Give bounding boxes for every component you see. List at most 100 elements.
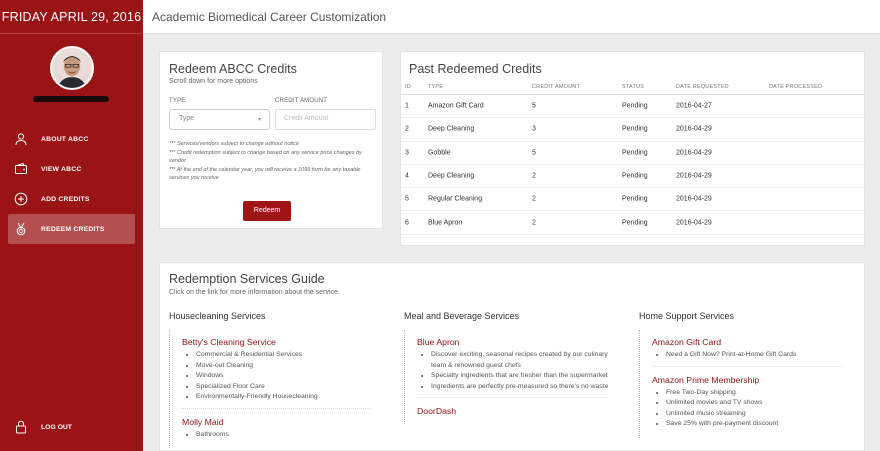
- past-redeemed-card: Past Redeemed Credits ID TYPE CREDIT AMO…: [400, 51, 865, 246]
- sidebar: FRIDAY APRIL 29, 2016 ABOUT ABCC VIEW AB…: [0, 0, 143, 451]
- caret-down-icon: ▾: [257, 117, 261, 123]
- type-select[interactable]: Type ▾: [169, 109, 270, 130]
- avatar[interactable]: [50, 46, 94, 90]
- feature-item: Discover exciting, seasonal recipes crea…: [431, 350, 614, 371]
- cell-id: 3: [405, 149, 409, 157]
- table-row: 3 Gobble 5 Pending 2016-04-29: [401, 142, 865, 165]
- divider: [417, 397, 607, 398]
- cell-id: 4: [405, 172, 409, 180]
- sidebar-item-about-abcc[interactable]: ABOUT ABCC: [8, 124, 135, 154]
- cell-type: Deep Cleaning: [428, 125, 475, 133]
- sidebar-item-add-credits[interactable]: ADD CREDITS: [8, 184, 135, 214]
- note-line: *** Services/vendors subject to change w…: [169, 141, 299, 147]
- type-label: TYPE: [169, 98, 186, 104]
- table-header: ID TYPE CREDIT AMOUNT STATUS DATE REQUES…: [401, 84, 865, 95]
- col-header-credit-amount: CREDIT AMOUNT: [532, 84, 581, 90]
- cell-type: Deep Cleaning: [428, 172, 475, 180]
- cell-status: Pending: [622, 219, 648, 227]
- service-link-amazon-gift-card[interactable]: Amazon Gift Card: [652, 337, 849, 347]
- col-header-id: ID: [405, 84, 411, 90]
- col-header-date-processed: DATE PROCESSED: [769, 84, 823, 90]
- cell-credit-amount: 3: [532, 125, 536, 133]
- cell-status: Pending: [622, 172, 648, 180]
- cell-id: 2: [405, 125, 409, 133]
- service-item: Blue Apron Discover exciting, seasonal r…: [417, 337, 614, 398]
- housecleaning-column: Housecleaning Services Betty's Cleaning …: [169, 311, 372, 448]
- type-select-value: Type: [179, 115, 195, 122]
- sidebar-item-label: ABOUT ABCC: [41, 135, 89, 143]
- cell-credit-amount: 2: [532, 195, 536, 203]
- table-row: 6 Blue Apron 2 Pending 2016-04-29: [401, 211, 865, 235]
- feature-item: Specialized Floor Care: [196, 382, 379, 393]
- redeem-title: Redeem ABCC Credits: [169, 62, 297, 76]
- guide-subtitle: Click on the link for more information a…: [169, 289, 340, 296]
- cell-type: Blue Apron: [428, 219, 463, 227]
- cell-id: 1: [405, 102, 409, 110]
- redeem-subtitle: Scroll down for more options: [169, 78, 258, 85]
- cell-type: Regular Cleaning: [428, 195, 483, 203]
- person-icon: [14, 132, 28, 146]
- divider: [652, 365, 842, 367]
- plus-circle-icon: [14, 192, 28, 206]
- column-heading: Meal and Beverage Services: [404, 311, 520, 321]
- service-link-doordash[interactable]: DoorDash: [417, 406, 614, 416]
- home-support-column: Home Support Services Amazon Gift Card N…: [639, 311, 842, 438]
- note-line: *** At the end of the calendar year, you…: [169, 166, 361, 182]
- divider: [182, 407, 372, 409]
- cell-date-requested: 2016-04-29: [676, 195, 712, 203]
- redeem-button[interactable]: Redeem: [243, 201, 291, 221]
- feature-item: Save 25% with pre-payment discount: [666, 419, 849, 430]
- feature-item: Unlimited music streaming: [666, 409, 849, 420]
- logout-button[interactable]: LOG OUT: [14, 420, 72, 434]
- service-item: Molly Maid Bathrooms: [182, 417, 379, 441]
- service-link-amazon-prime[interactable]: Amazon Prime Membership: [652, 375, 849, 385]
- feature-item: Ingredients are perfectly pre-measured s…: [431, 382, 614, 393]
- table-row: 1 Amazon Gift Card 5 Pending 2016-04-27: [401, 95, 865, 119]
- cell-date-requested: 2016-04-29: [676, 219, 712, 227]
- service-list: Betty's Cleaning Service Commercial & Re…: [169, 330, 379, 448]
- cell-status: Pending: [622, 195, 648, 203]
- service-link-bettys-cleaning[interactable]: Betty's Cleaning Service: [182, 337, 379, 347]
- service-features: Bathrooms: [182, 430, 379, 441]
- feature-item: Unlimited movies and TV shows: [666, 398, 849, 409]
- logout-label: LOG OUT: [41, 423, 72, 431]
- cell-status: Pending: [622, 149, 648, 157]
- sidebar-item-view-abcc[interactable]: VIEW ABCC: [8, 154, 135, 184]
- cell-credit-amount: 2: [532, 219, 536, 227]
- note-line: *** Credit redemption subject to change …: [169, 149, 362, 165]
- service-link-blue-apron[interactable]: Blue Apron: [417, 337, 614, 347]
- guide-title: Redemption Services Guide: [169, 272, 325, 286]
- past-title: Past Redeemed Credits: [409, 62, 542, 76]
- service-features: Free Two-Day shipping Unlimited movies a…: [652, 388, 849, 430]
- feature-item: Move-out Cleaning: [196, 361, 379, 372]
- redemption-services-guide: Redemption Services Guide Click on the l…: [159, 262, 865, 451]
- cell-date-requested: 2016-04-29: [676, 149, 712, 157]
- feature-item: Windows: [196, 371, 379, 382]
- table-row: 4 Deep Cleaning 2 Pending 2016-04-29: [401, 165, 865, 189]
- cell-type: Gobble: [428, 149, 451, 157]
- service-item: Betty's Cleaning Service Commercial & Re…: [182, 337, 379, 409]
- username-redacted: [33, 96, 109, 102]
- cell-date-requested: 2016-04-27: [676, 102, 712, 110]
- cell-status: Pending: [622, 102, 648, 110]
- cell-credit-amount: 5: [532, 149, 536, 157]
- credit-amount-input[interactable]: Credit Amount: [275, 109, 376, 130]
- feature-item: Free Two-Day shipping: [666, 388, 849, 399]
- table-row: 5 Regular Cleaning 2 Pending 2016-04-29: [401, 188, 865, 212]
- column-heading: Home Support Services: [639, 311, 735, 321]
- sidebar-item-label: ADD CREDITS: [41, 195, 90, 203]
- service-list: Amazon Gift Card Need a Gift Now? Print-…: [639, 330, 849, 438]
- cell-id: 5: [405, 195, 409, 203]
- col-header-type: TYPE: [428, 84, 444, 90]
- service-link-molly-maid[interactable]: Molly Maid: [182, 417, 379, 427]
- sidebar-nav: ABOUT ABCC VIEW ABCC ADD CREDITS REDEEM …: [8, 124, 135, 244]
- medal-icon: [14, 222, 28, 236]
- meal-beverage-column: Meal and Beverage Services Blue Apron Di…: [404, 311, 608, 424]
- cell-type: Amazon Gift Card: [428, 102, 484, 110]
- cell-id: 6: [405, 219, 409, 227]
- sidebar-item-redeem-credits[interactable]: REDEEM CREDITS: [8, 214, 135, 244]
- sidebar-item-label: REDEEM CREDITS: [41, 225, 105, 233]
- page-title: Academic Biomedical Career Customization: [152, 10, 387, 24]
- service-features: Discover exciting, seasonal recipes crea…: [417, 350, 614, 392]
- service-item: Amazon Gift Card Need a Gift Now? Print-…: [652, 337, 849, 367]
